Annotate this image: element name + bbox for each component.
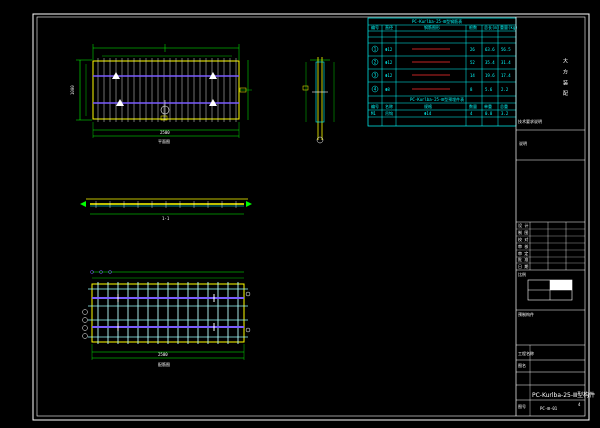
tech-header: 技术要求说明 <box>518 118 542 124</box>
side-brand-text: 大 方 装 配 <box>562 57 568 98</box>
svg-text:审 核: 审 核 <box>518 243 528 249</box>
svg-text:M1: M1 <box>371 111 376 116</box>
svg-text:Φ12: Φ12 <box>385 60 393 65</box>
svg-text:批 准: 批 准 <box>518 256 528 262</box>
svg-text:Φ8: Φ8 <box>385 87 390 92</box>
svg-text:Φ12: Φ12 <box>385 47 393 52</box>
svg-text:2: 2 <box>374 60 377 65</box>
svg-text:8: 8 <box>470 87 473 92</box>
name-label: 图名 <box>518 362 526 368</box>
svg-text:编号: 编号 <box>371 103 379 109</box>
svg-text:单重: 单重 <box>484 103 492 109</box>
table-row: 3 Φ12 14 19.6 17.4 <box>371 71 511 79</box>
table-header-weight: 重量(kg) <box>500 24 518 30</box>
svg-text:35.4: 35.4 <box>485 60 495 65</box>
svg-text:3: 3 <box>374 73 377 78</box>
svg-text:56.5: 56.5 <box>501 47 511 52</box>
subtable-title: PC-Kurlba-25-Ⅲ型预埋件表 <box>410 96 464 102</box>
tech-label: 说明 <box>519 140 527 146</box>
sheet-number: PC-Ⅲ-01 <box>540 406 558 411</box>
svg-text:吊钩: 吊钩 <box>385 110 393 116</box>
svg-text:日 期: 日 期 <box>518 263 528 269</box>
plan-slab-outline <box>92 60 240 120</box>
title-block: 技术要求说明 说明 设 计 制 图 校 对 审 核 审 定 批 准 日 期 比例… <box>515 17 595 416</box>
plan-view: 1000 2500 平面图 <box>70 44 252 144</box>
svg-text:17.4: 17.4 <box>501 73 511 78</box>
svg-text:Φ12: Φ12 <box>385 73 393 78</box>
table-row: 4 Φ8 8 5.6 2.2 <box>371 85 509 93</box>
cad-drawing-canvas: 1000 2500 平面图 1-1 2500 配筋图 PC-Kurlba-25-… <box>32 13 595 421</box>
plan-height-dim: 1000 <box>70 85 75 95</box>
side-elevation-view <box>302 57 335 144</box>
svg-text:总重: 总重 <box>500 103 508 109</box>
svg-text:审 定: 审 定 <box>518 250 528 256</box>
table-header-dia: 直径 <box>385 24 393 30</box>
table-row: 2 Φ12 52 35.4 31.4 <box>371 58 511 66</box>
rebar-callout-2 <box>82 317 88 323</box>
plan-view-label: 平面图 <box>158 138 170 144</box>
rebar-length-dim: 2500 <box>158 352 168 357</box>
table-header-count: 根数 <box>469 24 477 30</box>
page-number: 4 <box>578 402 581 407</box>
svg-text:校 对: 校 对 <box>518 236 528 242</box>
table-title: PC-Kurlba-25-Ⅲ型钢筋表 <box>412 18 462 24</box>
rebar-view-label: 配筋图 <box>158 361 170 367</box>
table-header-id: 编号 <box>371 24 379 30</box>
rebar-schedule-table: PC-Kurlba-25-Ⅲ型钢筋表 编号 直径 钢筋图形 根数 总长(m) 重… <box>367 17 518 127</box>
svg-text:63.6: 63.6 <box>485 47 495 52</box>
plan-length-dim: 2500 <box>160 130 170 135</box>
svg-text:14: 14 <box>470 73 475 78</box>
svg-text:制 图: 制 图 <box>518 229 528 235</box>
rebar-callout-3 <box>82 325 88 331</box>
svg-text:52: 52 <box>470 60 475 65</box>
rebar-callout-1 <box>82 309 88 315</box>
rebar-callout-4 <box>82 333 88 339</box>
drawing-number: PC-Kurlba-25-Ⅲ型构件 <box>532 391 595 399</box>
section-1-1-view: 1-1 <box>80 198 252 221</box>
svg-text:设 计: 设 计 <box>518 222 528 228</box>
scale-label: 比例 <box>518 271 526 277</box>
svg-text:5.6: 5.6 <box>485 87 493 92</box>
svg-text:Φ14: Φ14 <box>424 111 432 116</box>
svg-text:4: 4 <box>470 111 473 116</box>
svg-text:2.2: 2.2 <box>501 87 509 92</box>
table-row: 1 Φ12 26 63.6 56.5 <box>371 45 511 53</box>
svg-text:规格: 规格 <box>424 103 432 109</box>
svg-text:4: 4 <box>374 87 377 92</box>
table-header-length: 总长(m) <box>484 24 499 30</box>
svg-text:31.4: 31.4 <box>501 60 511 65</box>
project-label: 工程名称 <box>518 350 534 356</box>
rebar-layout-view: 2500 配筋图 <box>82 270 251 367</box>
table-header-shape: 钢筋图形 <box>424 24 440 30</box>
svg-text:名称: 名称 <box>385 103 393 109</box>
spec-label: 预制构件 <box>518 311 534 317</box>
section-label: 1-1 <box>162 216 170 221</box>
svg-text:19.6: 19.6 <box>485 73 495 78</box>
svg-text:1: 1 <box>374 47 377 52</box>
svg-text:0.8: 0.8 <box>485 111 493 116</box>
svg-text:3.2: 3.2 <box>501 111 509 116</box>
svg-text:数量: 数量 <box>469 103 477 109</box>
svg-text:26: 26 <box>470 47 475 52</box>
sheet-label: 图号 <box>518 403 526 409</box>
